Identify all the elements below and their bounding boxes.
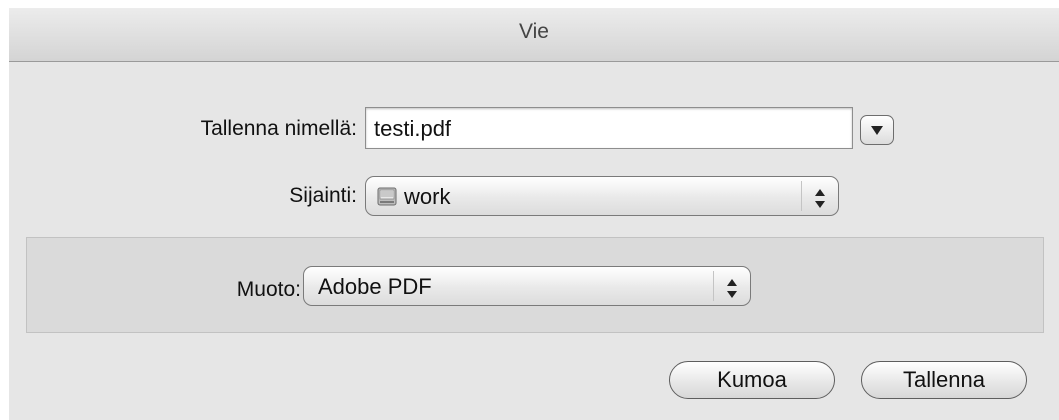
expand-dialog-button[interactable] [860,115,894,145]
format-label: Muoto: [236,278,301,301]
format-popup[interactable]: Adobe PDF [303,266,751,306]
save-button[interactable]: Tallenna [861,361,1027,399]
window-title: Vie [519,20,549,43]
location-popup[interactable]: work [365,176,839,216]
popup-arrows-icon [801,181,838,211]
location-value: work [404,184,451,209]
filename-value: testi.pdf [374,116,452,141]
popup-arrows-icon [713,271,750,301]
title-bar: Vie [9,8,1059,62]
filename-field[interactable]: testi.pdf [365,107,853,149]
save-as-label: Tallenna nimellä: [200,117,357,140]
disk-icon [377,187,397,206]
location-label: Sijainti: [289,184,357,207]
export-dialog: Vie Tallenna nimellä: testi.pdf Sijainti… [9,8,1059,420]
format-value: Adobe PDF [318,274,432,299]
cancel-button[interactable]: Kumoa [669,361,835,399]
